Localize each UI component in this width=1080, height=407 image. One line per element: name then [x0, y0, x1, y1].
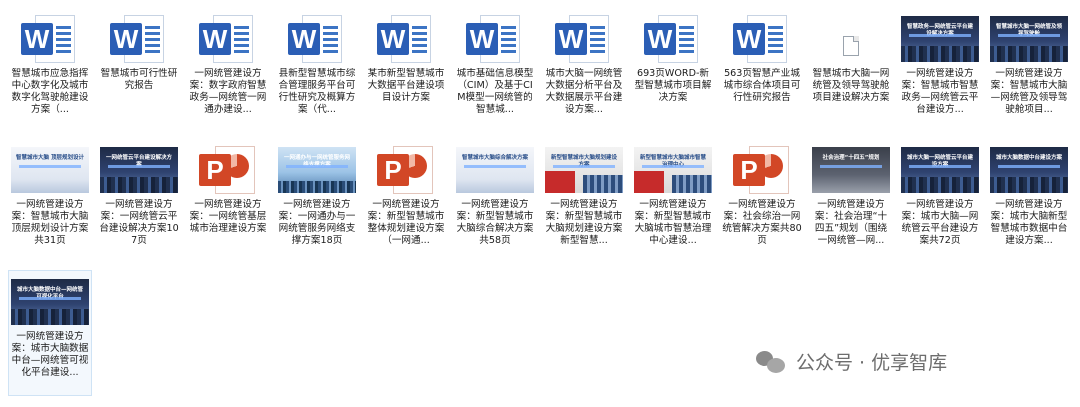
image-thumbnail: 智慧政务—网统管云平台建设解决方案	[900, 14, 980, 64]
word-doc-icon: W	[722, 14, 802, 64]
file-name-label: 一网统管建设方案：社会综治一网统管解决方案共80页	[722, 199, 802, 246]
watermark: 公众号 · 优享智库	[756, 346, 947, 376]
file-name-label: 563页智慧产业城城市综合体项目可行性研究报告	[723, 68, 801, 103]
file-name-label: 一网统管建设方案：智慧城市大脑顶层规划设计方案共31页	[11, 199, 89, 246]
file-item[interactable]: W 城市基础信息模型（CIM）及基于CIM模型一网统管的智慧城...	[453, 8, 537, 134]
file-name-label: 一网统管建设方案：数字政府智慧政务—网统管一网通办建设...	[189, 68, 267, 115]
word-doc-icon: W	[99, 14, 179, 64]
file-item[interactable]: 智慧城市大脑 顶层规划设计一网统管建设方案：智慧城市大脑顶层规划设计方案共31页	[8, 139, 92, 265]
image-thumbnail: 智慧城市大脑综合解决方案	[455, 145, 535, 195]
file-item[interactable]: 城市大脑数据中台—网统管可视化平台一网统管建设方案：城市大脑数据中台—网统管可视…	[8, 270, 92, 396]
image-thumbnail: 一网统管云平台建设解决方案	[99, 145, 179, 195]
blank-file-icon	[811, 14, 891, 64]
file-item[interactable]: P 一网统管建设方案：新型智慧城市整体规划建设方案（一网通...	[364, 139, 448, 265]
file-name-label: 一网统管建设方案：新型智慧城市整体规划建设方案（一网通...	[367, 199, 445, 246]
file-item[interactable]: P 一网统管建设方案：一网统管基层城市治理建设方案	[186, 139, 270, 265]
word-doc-icon: W	[633, 14, 713, 64]
file-item[interactable]: W 693页WORD-新型智慧城市项目解决方案	[631, 8, 715, 134]
file-name-label: 一网统管建设方案：智慧城市大脑—网统管及领导驾驶舱项目...	[990, 68, 1068, 115]
file-item[interactable]: W 某市新型智慧城市大数据平台建设项目设计方案	[364, 8, 448, 134]
file-name-label: 一网统管建设方案：智慧城市智慧政务—网统管云平台建设方...	[901, 68, 979, 115]
file-name-label: 智慧城市大脑一网统管及领导驾驶舱项目建设解决方案	[812, 68, 890, 103]
file-name-label: 一网统管建设方案：一网统管基层城市治理建设方案	[189, 199, 267, 234]
word-doc-icon: W	[366, 14, 446, 64]
file-item[interactable]: W 县新型智慧城市综合管理服务平台可行性研究及概算方案（代...	[275, 8, 359, 134]
file-item[interactable]: W 智慧城市应急指挥中心数字化及城市数字化驾驶舱建设方案（...	[8, 8, 92, 134]
image-thumbnail: 新型智慧城市大脑城市智慧治理中心	[633, 145, 713, 195]
file-item[interactable]: P 一网统管建设方案：社会综治一网统管解决方案共80页	[720, 139, 804, 265]
image-thumbnail: 城市大脑数据中台—网统管可视化平台	[10, 277, 90, 327]
word-doc-icon: W	[188, 14, 268, 64]
file-item[interactable]: 一网通办与一网统管服务网络支撑方案一网统管建设方案：一网通办与一网统管服务网络支…	[275, 139, 359, 265]
file-name-label: 一网统管建设方案：一网统管云平台建设解决方案107页	[99, 199, 179, 246]
powerpoint-icon: P	[722, 145, 802, 195]
word-doc-icon: W	[544, 14, 624, 64]
image-thumbnail: 智慧城市大脑 顶层规划设计	[10, 145, 90, 195]
powerpoint-icon: P	[366, 145, 446, 195]
file-item[interactable]: 城市大脑数据中台建设方案一网统管建设方案：城市大脑新型智慧城市数据中台建设方案.…	[987, 139, 1071, 265]
file-item[interactable]: W 一网统管建设方案：数字政府智慧政务—网统管一网通办建设...	[186, 8, 270, 134]
word-doc-icon: W	[455, 14, 535, 64]
file-item[interactable]: 智慧城市大脑一网统管及领导驾驶舱一网统管建设方案：智慧城市大脑—网统管及领导驾驶…	[987, 8, 1071, 134]
thumbnail-caption: 智慧城市大脑综合解决方案	[461, 155, 528, 161]
wechat-icon	[756, 349, 786, 373]
word-doc-icon: W	[277, 14, 357, 64]
file-name-label: 城市大脑一网统管大数据分析平台及大数据展示平台建设方案...	[545, 68, 623, 115]
image-thumbnail: 社会治理“十四五”规划	[811, 145, 891, 195]
thumbnail-caption: 智慧城市大脑 顶层规划设计	[16, 155, 84, 161]
file-name-label: 智慧城市可行性研究报告	[100, 68, 178, 91]
file-item[interactable]: 新型智慧城市大脑城市智慧治理中心一网统管建设方案：新型智慧城市大脑城市智慧治理中…	[631, 139, 715, 265]
file-name-label: 一网统管建设方案：一网通办与一网统管服务网络支撑方案18页	[278, 199, 356, 246]
thumbnail-caption: 社会治理“十四五”规划	[822, 155, 880, 161]
file-name-label: 一网统管建设方案：新型智慧城市大脑综合解决方案共58页	[456, 199, 534, 246]
file-name-label: 某市新型智慧城市大数据平台建设项目设计方案	[367, 68, 445, 103]
file-item[interactable]: 城市大脑一网统管云平台建设方案一网统管建设方案：城市大脑—网统管云平台建设方案共…	[898, 139, 982, 265]
watermark-text: 公众号 · 优享智库	[796, 351, 948, 374]
file-item[interactable]: 智慧城市大脑一网统管及领导驾驶舱项目建设解决方案	[809, 8, 893, 134]
image-thumbnail: 一网通办与一网统管服务网络支撑方案	[277, 145, 357, 195]
file-name-label: 一网统管建设方案：新型智慧城市大脑规划建设方案新型智慧...	[545, 199, 623, 246]
file-item[interactable]: W 智慧城市可行性研究报告	[97, 8, 181, 134]
file-name-label: 一网统管建设方案：城市大脑新型智慧城市数据中台建设方案...	[990, 199, 1068, 246]
image-thumbnail: 新型智慧城市大脑规划建设方案	[544, 145, 624, 195]
image-thumbnail: 城市大脑一网统管云平台建设方案	[900, 145, 980, 195]
file-name-label: 县新型智慧城市综合管理服务平台可行性研究及概算方案（代...	[278, 68, 356, 115]
file-item[interactable]: 智慧城市大脑综合解决方案一网统管建设方案：新型智慧城市大脑综合解决方案共58页	[453, 139, 537, 265]
file-item[interactable]: 新型智慧城市大脑规划建设方案一网统管建设方案：新型智慧城市大脑规划建设方案新型智…	[542, 139, 626, 265]
file-item[interactable]: W 城市大脑一网统管大数据分析平台及大数据展示平台建设方案...	[542, 8, 626, 134]
file-name-label: 一网统管建设方案：城市大脑数据中台—网统管可视化平台建设...	[11, 331, 89, 378]
file-name-label: 城市基础信息模型（CIM）及基于CIM模型一网统管的智慧城...	[456, 68, 534, 115]
file-name-label: 一网统管建设方案：城市大脑—网统管云平台建设方案共72页	[901, 199, 979, 246]
file-item[interactable]: 一网统管云平台建设解决方案一网统管建设方案：一网统管云平台建设解决方案107页	[97, 139, 181, 265]
thumbnail-caption: 城市大脑数据中台建设方案	[995, 155, 1062, 161]
powerpoint-icon: P	[188, 145, 268, 195]
image-thumbnail: 城市大脑数据中台建设方案	[989, 145, 1069, 195]
image-thumbnail: 智慧城市大脑一网统管及领导驾驶舱	[989, 14, 1069, 64]
file-item[interactable]: 社会治理“十四五”规划一网统管建设方案：社会治理“十四五”规划（围绕一网统管—网…	[809, 139, 893, 265]
word-doc-icon: W	[10, 14, 90, 64]
file-name-label: 智慧城市应急指挥中心数字化及城市数字化驾驶舱建设方案（...	[11, 68, 89, 115]
file-name-label: 一网统管建设方案：社会治理“十四五”规划（围绕一网统管—网...	[814, 199, 888, 246]
file-name-label: 一网统管建设方案：新型智慧城市大脑城市智慧治理中心建设...	[634, 199, 712, 246]
file-name-label: 693页WORD-新型智慧城市项目解决方案	[634, 68, 712, 103]
file-item[interactable]: W 563页智慧产业城城市综合体项目可行性研究报告	[720, 8, 804, 134]
file-item[interactable]: 智慧政务—网统管云平台建设解决方案一网统管建设方案：智慧城市智慧政务—网统管云平…	[898, 8, 982, 134]
